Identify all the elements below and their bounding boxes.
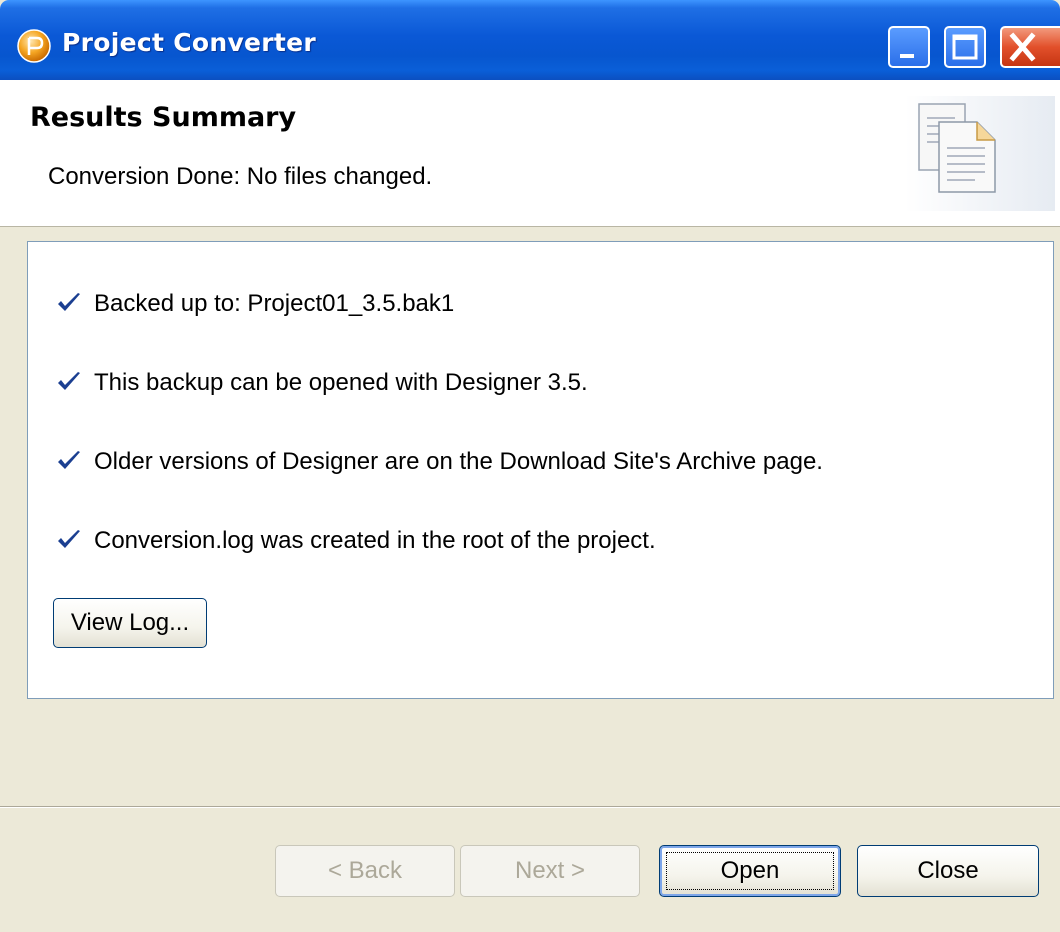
footer-divider	[0, 806, 1060, 808]
window-title: Project Converter	[62, 28, 317, 57]
minimize-button[interactable]	[888, 26, 930, 68]
check-icon	[58, 293, 80, 311]
focus-indicator	[666, 852, 834, 890]
check-icon	[58, 372, 80, 390]
close-icon	[1009, 32, 1036, 62]
check-icon	[58, 530, 80, 548]
minimize-icon	[900, 54, 914, 58]
documents-icon	[905, 96, 1055, 211]
close-button[interactable]: Close	[857, 845, 1039, 897]
back-button[interactable]: < Back	[275, 845, 455, 897]
result-item-label: Backed up to: Project01_3.5.bak1	[94, 290, 455, 317]
next-button[interactable]: Next >	[460, 845, 640, 897]
result-item-label: This backup can be opened with Designer …	[94, 369, 588, 396]
maximize-icon	[952, 34, 978, 60]
close-window-button[interactable]	[1000, 26, 1060, 68]
view-log-button[interactable]: View Log...	[53, 598, 207, 648]
open-button[interactable]: Open	[659, 845, 841, 897]
result-item-label: Older versions of Designer are on the Do…	[94, 448, 823, 475]
page-description: Conversion Done: No files changed.	[48, 163, 433, 190]
result-item-label: Conversion.log was created in the root o…	[94, 527, 656, 554]
project-converter-window: Project Converter Results Summary Conver…	[0, 0, 1060, 932]
page-title: Results Summary	[30, 102, 297, 133]
maximize-button[interactable]	[944, 26, 986, 68]
app-icon	[17, 29, 51, 63]
check-icon	[58, 451, 80, 469]
title-bar[interactable]: Project Converter	[0, 0, 1060, 80]
